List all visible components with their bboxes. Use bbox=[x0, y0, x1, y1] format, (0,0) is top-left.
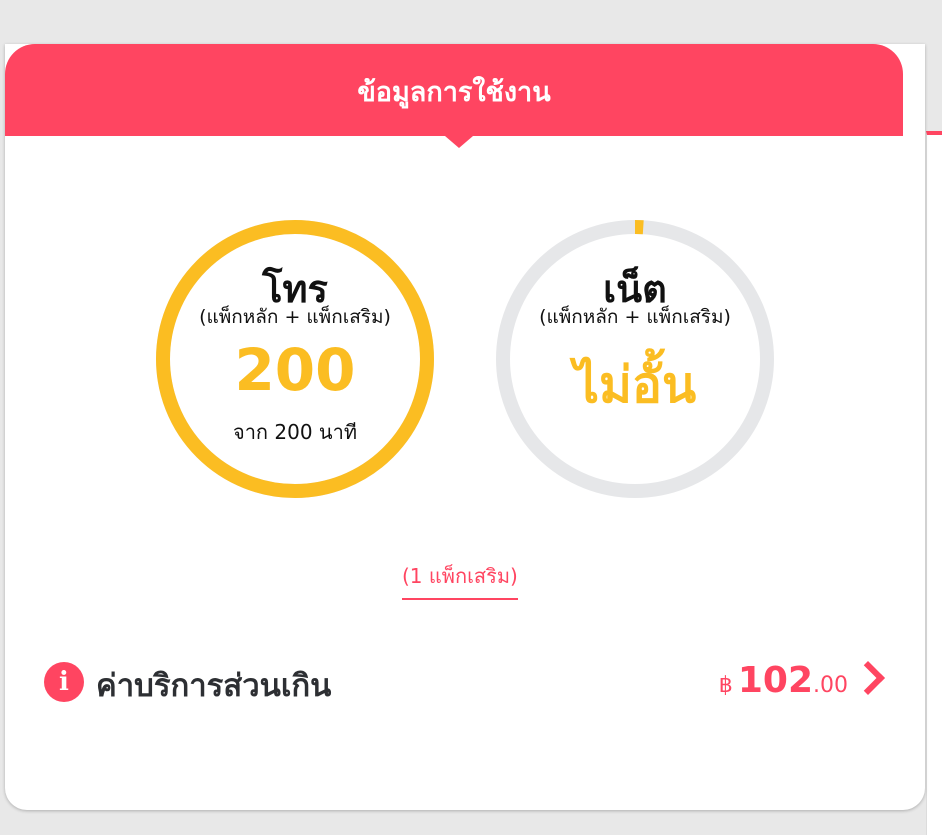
card-header: ข้อมูลการใช้งาน bbox=[5, 44, 903, 148]
addon-packs-link[interactable]: (1 แพ็กเสริม) bbox=[402, 560, 518, 600]
call-gauge[interactable]: โทร (แพ็กหลัก + แพ็กเสริม) 200 จาก 200 น… bbox=[154, 218, 436, 500]
internet-gauge[interactable]: เน็ต (แพ็กหลัก + แพ็กเสริม) ไม่อั้น bbox=[494, 218, 776, 500]
call-gauge-value: 200 bbox=[234, 336, 356, 404]
overage-amount: ฿ 102.00 bbox=[719, 660, 848, 701]
chevron-right-icon[interactable] bbox=[851, 661, 885, 695]
internet-gauge-subtitle: (แพ็กหลัก + แพ็กเสริม) bbox=[539, 306, 731, 328]
overage-label: ค่าบริการส่วนเกิน bbox=[96, 668, 332, 704]
amount-whole: 102 bbox=[737, 660, 813, 701]
overage-row[interactable]: i ค่าบริการส่วนเกิน ฿ 102.00 bbox=[44, 656, 885, 708]
header-title: ข้อมูลการใช้งาน bbox=[357, 77, 551, 108]
header-notch bbox=[445, 136, 473, 148]
call-gauge-note: จาก 200 นาที bbox=[232, 420, 358, 444]
call-gauge-subtitle: (แพ็กหลัก + แพ็กเสริม) bbox=[199, 306, 391, 328]
side-panel bbox=[926, 131, 942, 835]
amount-cents: .00 bbox=[813, 673, 848, 698]
currency-symbol: ฿ bbox=[718, 673, 733, 698]
info-icon[interactable]: i bbox=[44, 662, 84, 702]
internet-gauge-value: ไม่อั้น bbox=[573, 356, 697, 414]
